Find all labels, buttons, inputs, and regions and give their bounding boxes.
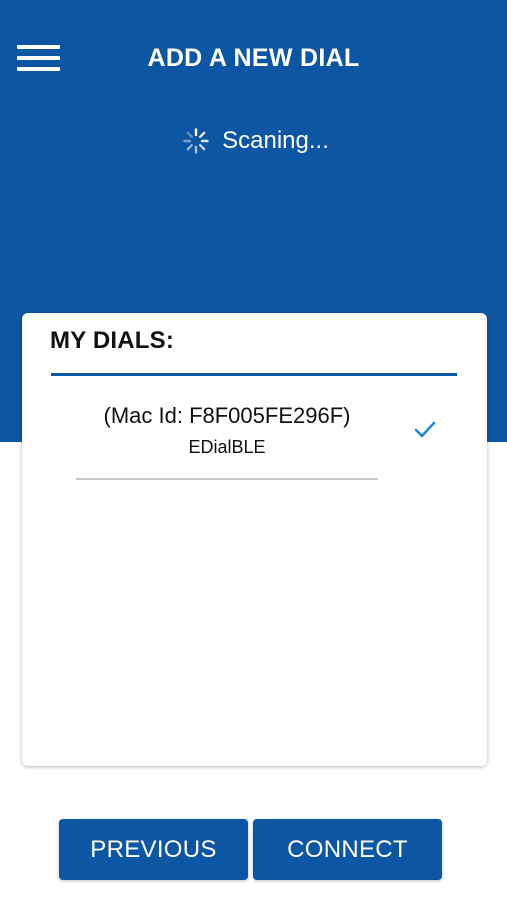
menu-bar-3: [17, 67, 60, 71]
page-title: ADD A NEW DIAL: [147, 44, 360, 72]
connect-button[interactable]: CONNECT: [253, 819, 442, 880]
dial-name: EDialBLE: [188, 437, 266, 457]
loading-spinner-icon: [183, 128, 209, 154]
dial-underline: [76, 478, 378, 480]
menu-bar-2: [17, 56, 60, 60]
dial-text: (Mac Id: F8F005FE296F) EDialBLE: [76, 403, 378, 458]
menu-bar-1: [17, 45, 60, 49]
dial-mac-id: (Mac Id: F8F005FE296F): [103, 403, 351, 428]
scan-status: Scaning...: [0, 127, 507, 155]
scan-status-text: Scaning...: [222, 127, 329, 154]
my-dials-card: MY DIALS: (Mac Id: F8F005FE296F) EDialBL…: [22, 313, 487, 766]
checkmark-icon: [414, 421, 436, 438]
hamburger-menu-icon[interactable]: [16, 43, 62, 73]
card-title: MY DIALS:: [50, 327, 175, 354]
card-divider: [51, 373, 457, 376]
previous-button[interactable]: PREVIOUS: [59, 819, 248, 880]
list-item[interactable]: (Mac Id: F8F005FE296F) EDialBLE: [76, 403, 456, 481]
